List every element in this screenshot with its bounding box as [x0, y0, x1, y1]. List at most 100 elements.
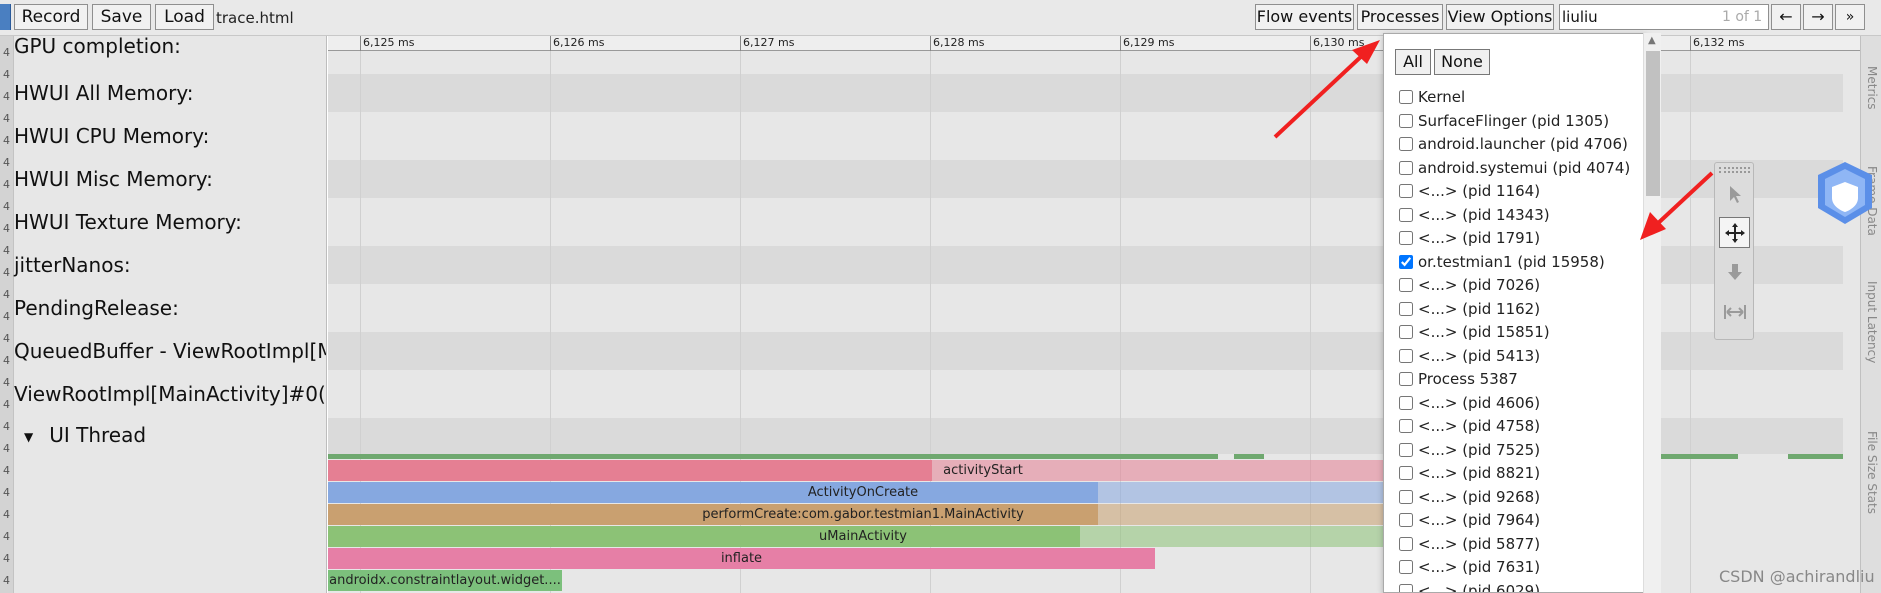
selection-mode-icon[interactable]: [1719, 179, 1750, 210]
process-label: <...> (pid 7026): [1418, 276, 1541, 294]
process-checkbox[interactable]: [1399, 489, 1413, 504]
process-item[interactable]: <...> (pid 7631): [1399, 558, 1540, 578]
process-checkbox[interactable]: [1399, 184, 1413, 198]
edge-column: 44 44 44 44 44 44 44 44 44 44 44 44 4: [0, 36, 14, 593]
process-item[interactable]: <...> (pid 4758): [1399, 417, 1540, 437]
dropdown-scrollbar[interactable]: ▲: [1643, 33, 1661, 593]
thread-state-bar[interactable]: [1234, 454, 1264, 459]
processes-dropdown: All None Kernel SurfaceFlinger (pid 1305)…: [1383, 33, 1647, 593]
process-checkbox[interactable]: [1399, 560, 1413, 574]
process-checkbox[interactable]: [1399, 90, 1413, 104]
slice-activity-on-create[interactable]: ActivityOnCreate: [328, 482, 1398, 503]
ui-thread-toggle[interactable]: ▼ UI Thread: [24, 423, 146, 447]
side-tab-input-latency[interactable]: Input Latency: [1865, 281, 1879, 363]
search-prev-button[interactable]: ←: [1771, 4, 1801, 30]
process-label: android.systemui (pid 4074): [1418, 158, 1631, 177]
track-label-queued-buffer: QueuedBuffer - ViewRootImpl[M: [14, 339, 327, 363]
pan-mode-icon[interactable]: [1719, 217, 1750, 248]
process-item[interactable]: <...> (pid 4606): [1399, 394, 1540, 414]
search-next-button[interactable]: →: [1803, 4, 1833, 30]
track-label-hwui-misc-memory: HWUI Misc Memory:: [14, 167, 213, 191]
flow-events-button[interactable]: Flow events: [1255, 4, 1354, 30]
process-checkbox[interactable]: [1399, 278, 1413, 292]
save-button[interactable]: Save: [92, 4, 151, 30]
security-shield-icon[interactable]: [1814, 160, 1876, 226]
process-item[interactable]: or.testmian1 (pid 15958): [1399, 253, 1605, 273]
side-tab-file-size-stats[interactable]: File Size Stats: [1865, 431, 1879, 514]
process-label: <...> (pid 4758): [1418, 417, 1541, 435]
process-checkbox[interactable]: [1399, 442, 1413, 457]
process-checkbox[interactable]: [1399, 395, 1413, 410]
timing-mode-icon[interactable]: [1719, 297, 1750, 328]
ruler-tick-label: 6,129 ms: [1123, 36, 1175, 49]
slice-fill: [328, 460, 932, 481]
process-item[interactable]: SurfaceFlinger (pid 1305): [1399, 112, 1609, 132]
process-checkbox[interactable]: [1399, 301, 1413, 316]
process-item[interactable]: <...> (pid 6029): [1399, 581, 1541, 593]
load-button[interactable]: Load: [155, 4, 214, 30]
scroll-up-icon[interactable]: ▲: [1648, 35, 1656, 46]
ruler-tick: [1120, 36, 1121, 51]
slice-main-activity[interactable]: uMainActivity: [328, 526, 1398, 547]
process-label: android.launcher (pid 4706): [1418, 135, 1628, 153]
process-item[interactable]: <...> (pid 7026): [1399, 276, 1540, 296]
process-checkbox[interactable]: [1399, 536, 1413, 551]
ruler-tick-label: 6,125 ms: [363, 36, 415, 49]
process-item[interactable]: Kernel: [1399, 88, 1465, 108]
process-checkbox[interactable]: [1399, 372, 1413, 386]
zoom-mode-icon[interactable]: [1719, 257, 1750, 288]
toolbar: Record Save Load trace.html Flow events …: [0, 0, 1881, 36]
process-checkbox[interactable]: [1399, 113, 1413, 128]
record-button[interactable]: Record: [14, 4, 88, 30]
drag-handle[interactable]: [1719, 167, 1750, 173]
scrollbar-thumb[interactable]: [1646, 51, 1660, 196]
process-checkbox[interactable]: [1399, 513, 1413, 527]
process-item[interactable]: <...> (pid 9268): [1399, 488, 1540, 508]
process-checkbox[interactable]: [1399, 207, 1413, 222]
process-item[interactable]: android.launcher (pid 4706): [1399, 135, 1628, 155]
process-item[interactable]: <...> (pid 15851): [1399, 323, 1550, 343]
process-item[interactable]: <...> (pid 7525): [1399, 441, 1540, 461]
process-item[interactable]: <...> (pid 1164): [1399, 182, 1540, 202]
trace-filename: trace.html: [216, 9, 294, 27]
thread-state-bar[interactable]: [328, 454, 1218, 459]
thread-state-bar[interactable]: [1788, 454, 1843, 459]
process-checkbox[interactable]: [1399, 419, 1413, 433]
slice-perform-create[interactable]: performCreate:com.gabor.testmian1.MainAc…: [328, 504, 1398, 525]
slice-label: androidx.constraintlayout.widget....: [329, 573, 561, 588]
expand-sidepanel-button[interactable]: »: [1835, 4, 1865, 30]
side-tab-metrics[interactable]: Metrics: [1865, 66, 1879, 110]
select-none-button[interactable]: None: [1434, 49, 1490, 75]
process-label: Process 5387: [1418, 370, 1518, 388]
view-options-button[interactable]: View Options: [1446, 4, 1554, 30]
process-item[interactable]: <...> (pid 7964): [1399, 511, 1540, 531]
select-all-button[interactable]: All: [1395, 49, 1431, 75]
slice-label: inflate: [720, 551, 763, 566]
slice-constraintlayout[interactable]: androidx.constraintlayout.widget....: [328, 570, 562, 591]
process-item[interactable]: <...> (pid 5413): [1399, 347, 1540, 367]
collapse-triangle-icon[interactable]: ▼: [24, 430, 33, 444]
gridline: [1690, 51, 1691, 593]
process-checkbox[interactable]: [1399, 254, 1413, 269]
process-checkbox[interactable]: [1399, 231, 1413, 245]
thread-state-bar[interactable]: [1658, 454, 1738, 459]
process-item[interactable]: <...> (pid 8821): [1399, 464, 1540, 484]
process-label: <...> (pid 6029): [1418, 581, 1541, 593]
process-item[interactable]: <...> (pid 14343): [1399, 206, 1550, 226]
process-item[interactable]: <...> (pid 1162): [1399, 300, 1540, 320]
process-item[interactable]: <...> (pid 5877): [1399, 535, 1540, 555]
process-checkbox[interactable]: [1399, 583, 1413, 592]
process-checkbox[interactable]: [1399, 160, 1413, 175]
process-label: <...> (pid 4606): [1418, 393, 1541, 412]
process-checkbox[interactable]: [1399, 348, 1413, 363]
trace-viewer: Record Save Load trace.html Flow events …: [0, 0, 1881, 593]
process-item[interactable]: <...> (pid 1791): [1399, 229, 1540, 249]
process-item[interactable]: android.systemui (pid 4074): [1399, 159, 1630, 179]
process-checkbox[interactable]: [1399, 325, 1413, 339]
process-item[interactable]: Process 5387: [1399, 370, 1518, 390]
process-checkbox[interactable]: [1399, 466, 1413, 480]
process-label: <...> (pid 15851): [1418, 323, 1550, 341]
processes-button[interactable]: Processes: [1357, 4, 1443, 30]
process-checkbox[interactable]: [1399, 137, 1413, 151]
slice-inflate[interactable]: inflate: [328, 548, 1155, 569]
